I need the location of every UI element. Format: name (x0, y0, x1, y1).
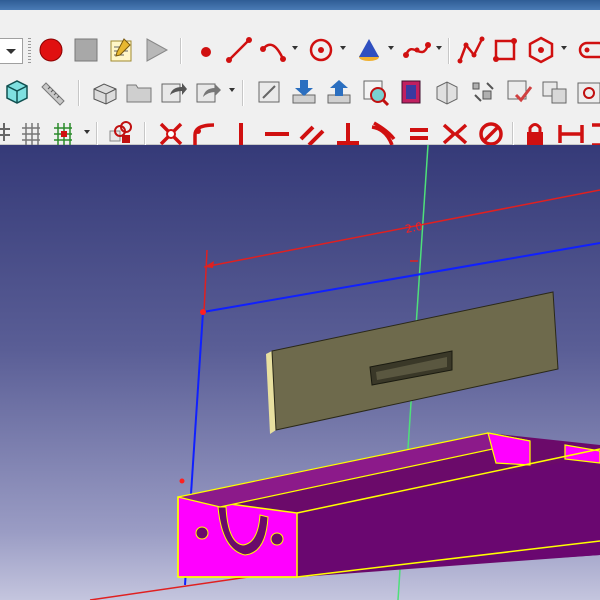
reorient-icon[interactable] (467, 77, 497, 107)
arc-icon[interactable] (258, 35, 288, 65)
workbench-combo-arrow (6, 49, 16, 54)
validate-sketch-icon[interactable] (504, 77, 534, 107)
point-icon[interactable] (191, 35, 221, 65)
dimension-line (203, 189, 600, 268)
toolbar-area (0, 10, 600, 148)
circle-icon[interactable] (306, 35, 336, 65)
polyline-icon[interactable] (456, 35, 486, 65)
view-sketch-icon[interactable] (360, 77, 390, 107)
macro-sketch-toolbar (0, 30, 600, 70)
slot-icon[interactable] (574, 35, 600, 65)
sketch-vertex[interactable] (200, 309, 206, 315)
download-icon[interactable] (289, 77, 319, 107)
view-part-toolbar (0, 72, 600, 112)
3d-viewport[interactable]: 2.0 (0, 145, 600, 600)
stop-macro-icon[interactable] (71, 35, 101, 65)
isometric-view-icon[interactable] (2, 77, 32, 107)
scene: 2.0 (89, 145, 600, 600)
measure-icon[interactable] (40, 77, 70, 107)
part-icon[interactable] (90, 77, 120, 107)
upload-icon[interactable] (324, 77, 354, 107)
rectangle-icon[interactable] (490, 35, 520, 65)
tray-body[interactable] (177, 432, 600, 578)
dimension-extension-line (203, 249, 208, 313)
new-sketch-icon[interactable] (254, 77, 284, 107)
merge-sketches-icon[interactable] (540, 77, 570, 107)
export-icon[interactable] (158, 77, 188, 107)
execute-macro-icon[interactable] (141, 35, 171, 65)
bspline-icon[interactable] (402, 35, 432, 65)
conic-icon[interactable] (354, 35, 384, 65)
lid-plate[interactable] (266, 291, 559, 434)
record-macro-icon[interactable] (36, 35, 66, 65)
workbench-combo[interactable] (0, 38, 23, 64)
polygon-icon[interactable] (526, 35, 556, 65)
share-icon[interactable] (193, 77, 223, 107)
toolbar-grip[interactable] (28, 38, 31, 64)
window-title-bar (0, 0, 600, 10)
line-icon[interactable] (224, 35, 254, 65)
sketch-shape-icon[interactable] (574, 77, 600, 107)
dimension-label[interactable]: 2.0 (404, 220, 424, 236)
edit-macro-icon[interactable] (106, 35, 136, 65)
map-sketch-icon[interactable] (432, 77, 462, 107)
view-section-icon[interactable] (396, 77, 426, 107)
folder-icon[interactable] (124, 77, 154, 107)
